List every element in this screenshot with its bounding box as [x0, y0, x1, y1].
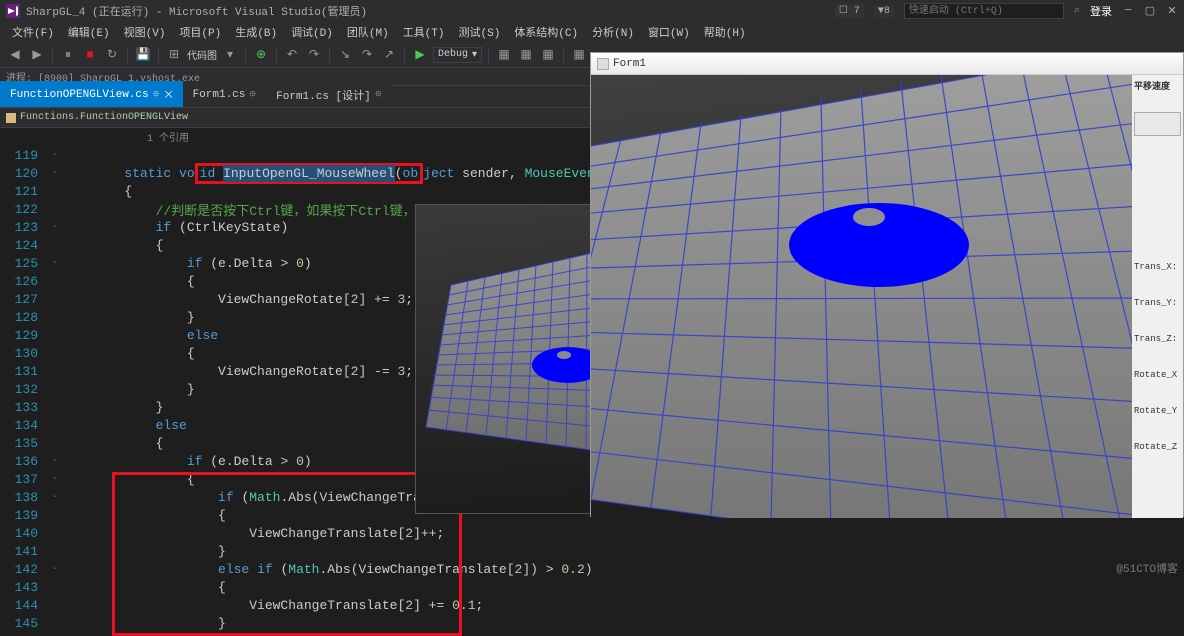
menu-team[interactable]: 团队(M) — [341, 22, 395, 42]
menu-view[interactable]: 视图(V) — [118, 22, 172, 42]
window-title: SharpGL_4 (正在运行) - Microsoft Visual Stud… — [26, 3, 367, 19]
form1-title: Form1 — [613, 58, 646, 70]
menu-test[interactable]: 测试(S) — [453, 22, 507, 42]
codemap-label: 代码图 — [187, 47, 217, 63]
continue-button[interactable]: ▶ — [411, 46, 429, 64]
class-name[interactable]: Functions.FunctionOPENGLView — [20, 112, 188, 123]
minimize-button[interactable]: ─ — [1122, 5, 1134, 17]
pause-button[interactable]: ⏸ — [59, 46, 77, 64]
titlebar: SharpGL_4 (正在运行) - Microsoft Visual Stud… — [0, 0, 1184, 22]
vs-logo-icon — [6, 4, 20, 18]
menu-tools[interactable]: 工具(T) — [397, 22, 451, 42]
stop-button[interactable]: ■ — [81, 46, 99, 64]
step-over-button[interactable]: ↷ — [358, 46, 376, 64]
form1-window[interactable]: Form1 平移速度 Trans_X: Trans_Y: Trans_Z: Ro… — [590, 52, 1184, 517]
misc-btn-1[interactable]: ▦ — [495, 46, 513, 64]
code-line[interactable]: 144 ViewChangeTranslate[2] += 0.1; — [0, 596, 1184, 614]
login-link[interactable]: 登录 — [1090, 3, 1112, 19]
nav-fwd-button[interactable]: ▶ — [28, 46, 46, 64]
misc-btn-4[interactable]: ▦ — [570, 46, 588, 64]
maximize-button[interactable]: ▢ — [1144, 5, 1156, 17]
label-rotate-y: Rotate_Y — [1134, 406, 1181, 416]
menu-debug[interactable]: 调试(D) — [285, 22, 339, 42]
label-trans-y: Trans_Y: — [1134, 298, 1181, 308]
close-button[interactable]: ✕ — [1166, 5, 1178, 17]
method-name-highlight: id InputOpenGL_MouseWheel(ob — [195, 163, 423, 184]
newitem-button[interactable]: ⊕ — [252, 46, 270, 64]
codelens-ref[interactable]: 1 个引用 — [147, 129, 189, 145]
restart-button[interactable]: ↻ — [103, 46, 121, 64]
watermark: @51CTO博客 — [1116, 560, 1178, 576]
menu-build[interactable]: 生成(B) — [229, 22, 283, 42]
codemap-dropdown[interactable]: ▾ — [221, 46, 239, 64]
flag-badge[interactable]: ▼8 — [874, 5, 894, 18]
codemap-icon[interactable]: ⊞ — [165, 46, 183, 64]
save-button[interactable]: 💾 — [134, 46, 152, 64]
misc-btn-3[interactable]: ▦ — [539, 46, 557, 64]
menu-project[interactable]: 项目(P) — [173, 22, 227, 42]
step-out-button[interactable]: ↗ — [380, 46, 398, 64]
step-in-button[interactable]: ↘ — [336, 46, 354, 64]
menu-analyze[interactable]: 分析(N) — [586, 22, 640, 42]
code-line[interactable]: 145 } — [0, 614, 1184, 632]
form1-titlebar[interactable]: Form1 — [591, 53, 1183, 75]
undo-button[interactable]: ↶ — [283, 46, 301, 64]
menu-arch[interactable]: 体系结构(C) — [508, 22, 584, 42]
nav-back-button[interactable]: ◀ — [6, 46, 24, 64]
tab-form1-design[interactable]: Form1.cs [设计]⯐ — [266, 81, 391, 107]
class-icon — [6, 113, 16, 123]
code-line[interactable]: 142- else if (Math.Abs(ViewChangeTransla… — [0, 560, 1184, 578]
form-icon — [597, 58, 609, 70]
code-line[interactable]: 143 { — [0, 578, 1184, 596]
side-button[interactable] — [1134, 112, 1181, 136]
label-rotate-z: Rotate_Z — [1134, 442, 1181, 452]
menu-file[interactable]: 文件(F) — [6, 22, 60, 42]
config-dropdown[interactable]: Debug ▾ — [433, 47, 482, 63]
redo-button[interactable]: ↷ — [305, 46, 323, 64]
quick-launch-input[interactable] — [904, 3, 1064, 19]
side-title: 平移速度 — [1134, 79, 1181, 92]
label-trans-z: Trans_Z: — [1134, 334, 1181, 344]
menu-help[interactable]: 帮助(H) — [698, 22, 752, 42]
label-trans-x: Trans_X: — [1134, 262, 1181, 272]
tab-function-openglview[interactable]: FunctionOPENGLView.cs⯐ ✕ — [0, 81, 183, 107]
label-rotate-x: Rotate_X — [1134, 370, 1181, 380]
code-line[interactable]: 141 } — [0, 542, 1184, 560]
search-icon: ⌕ — [1074, 5, 1080, 17]
code-line[interactable]: 140 ViewChangeTranslate[2]++; — [0, 524, 1184, 542]
opengl-render-big — [591, 75, 1134, 518]
menu-window[interactable]: 窗口(W) — [642, 22, 696, 42]
notification-badge[interactable]: ☐ 7 — [835, 4, 864, 18]
tab-form1-cs[interactable]: Form1.cs⯐ — [183, 81, 267, 107]
menu-edit[interactable]: 编辑(E) — [62, 22, 116, 42]
form1-sidebar: 平移速度 Trans_X: Trans_Y: Trans_Z: Rotate_X… — [1132, 75, 1183, 518]
misc-btn-2[interactable]: ▦ — [517, 46, 535, 64]
menubar: 文件(F) 编辑(E) 视图(V) 项目(P) 生成(B) 调试(D) 团队(M… — [0, 22, 1184, 42]
